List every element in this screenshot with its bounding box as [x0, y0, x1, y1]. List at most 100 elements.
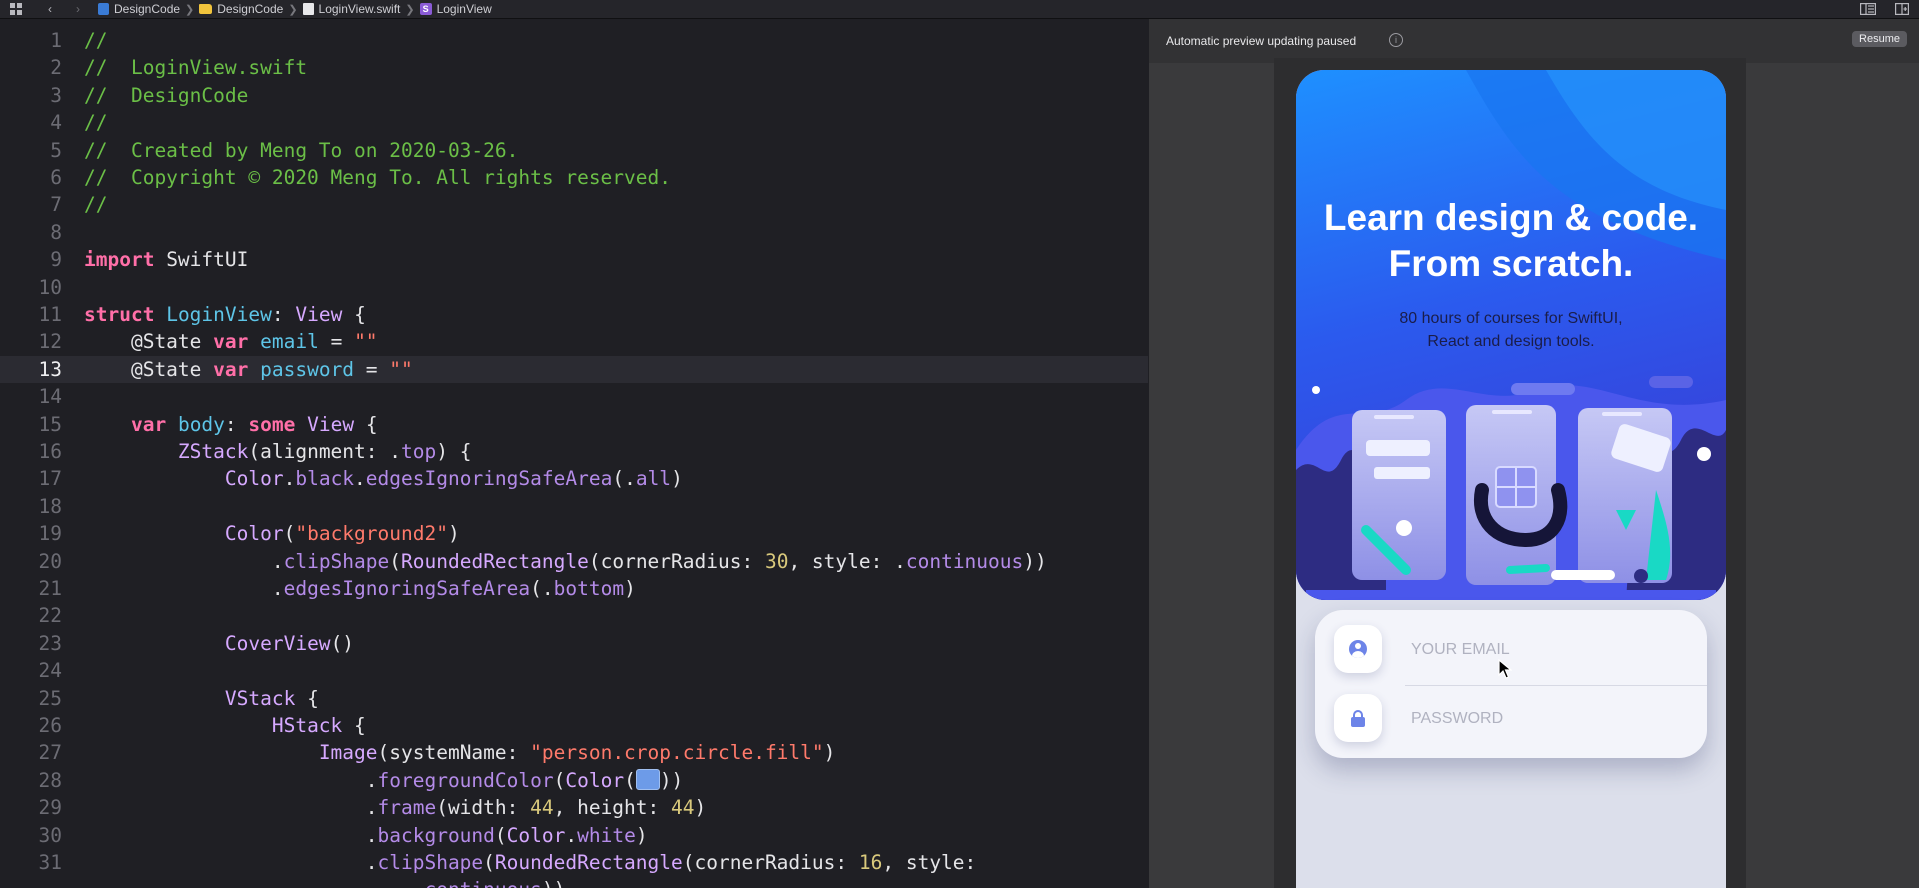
code-line[interactable]: 27 Image(systemName: "person.crop.circle… [0, 739, 1148, 766]
code-line[interactable]: 31 .clipShape(RoundedRectangle(cornerRad… [0, 849, 1148, 876]
code-line[interactable]: 13 @State var password = "" [0, 355, 1148, 384]
code-token: RoundedRectangle [401, 549, 589, 573]
resume-button[interactable]: Resume [1852, 31, 1907, 47]
line-number: 8 [50, 220, 62, 244]
breadcrumb-label: DesignCode [217, 2, 284, 16]
code-token: struct [84, 303, 155, 326]
chevron-right-icon[interactable]: › [68, 0, 88, 18]
code-line[interactable]: 28 .foregroundColor(Color()) [0, 767, 1148, 794]
breadcrumb-label: LoginView.swift [318, 2, 401, 16]
code-line[interactable]: 24 [0, 657, 1148, 684]
password-field[interactable]: PASSWORD [1411, 710, 1503, 728]
line-number: 12 [38, 330, 62, 354]
code-token: import [84, 248, 155, 272]
code-line[interactable]: 30 .background(Color.white) [0, 822, 1148, 849]
code-token: { [342, 303, 366, 326]
code-line[interactable]: 4 // [0, 109, 1148, 136]
color-literal-swatch[interactable] [635, 768, 660, 790]
code-token: = [318, 330, 355, 354]
line-number: 31 [38, 851, 62, 874]
adjust-editor-options-icon[interactable] [1851, 0, 1885, 18]
line-number: 11 [38, 303, 62, 326]
code-line[interactable]: 11 struct LoginView: View { [0, 301, 1148, 328]
code-line[interactable]: 6 // Copyright © 2020 Meng To. All rights… [0, 164, 1148, 191]
line-number: 26 [38, 714, 62, 737]
code-line[interactable]: 23 CoverView() [0, 630, 1148, 657]
code-line[interactable]: 2 // LoginView.swift [0, 54, 1148, 81]
code-token: ( [283, 522, 296, 546]
code-token: ZStack [177, 440, 249, 463]
code-line[interactable]: 9 import SwiftUI [0, 246, 1148, 273]
breadcrumb-separator: ❯ [185, 3, 195, 16]
preview-status-bar: Automatic preview updating paused i Resu… [1149, 19, 1919, 63]
code-line[interactable]: .continuous)) [0, 876, 1148, 888]
code-token: CoverView [224, 631, 331, 655]
code-token: Image [318, 741, 378, 765]
code-line[interactable]: 8 [0, 219, 1148, 246]
code-token: (width: [436, 796, 531, 820]
code-line[interactable]: 12 @State var email = "" [0, 328, 1148, 355]
add-editor-icon[interactable] [1885, 0, 1919, 18]
chevron-left-icon[interactable]: ‹ [40, 0, 60, 18]
code-line[interactable]: 20 .clipShape(RoundedRectangle(cornerRad… [0, 548, 1148, 575]
code-token: continuous [424, 878, 541, 888]
code-line[interactable]: 16 ZStack(alignment: .top) { [0, 438, 1148, 465]
code-line[interactable]: 19 Color("background2") [0, 520, 1148, 547]
code-text: .foregroundColor(Color()) [84, 767, 683, 794]
code-text: .background(Color.white) [84, 822, 648, 849]
code-token: , style: . [788, 549, 906, 573]
code-token: Color [506, 823, 566, 847]
code-line[interactable]: 5 // Created by Meng To on 2020-03-26. [0, 137, 1148, 164]
code-text: Color.black.edgesIgnoringSafeArea(.all) [84, 465, 683, 492]
code-text: // Copyright © 2020 Meng To. All rights … [84, 164, 671, 191]
code-token: Color [565, 768, 625, 792]
code-line[interactable]: 25 VStack { [0, 685, 1148, 712]
breadcrumb-file[interactable]: LoginView.swift [302, 0, 401, 18]
code-line[interactable]: 21 .edgesIgnoringSafeArea(.bottom) [0, 575, 1148, 602]
code-token: ) { [436, 440, 472, 463]
info-icon[interactable]: i [1389, 33, 1403, 47]
line-number: 7 [50, 193, 62, 217]
code-token: // DesignCode [84, 83, 249, 107]
code-token: View [307, 412, 355, 436]
code-line[interactable]: 3 // DesignCode [0, 82, 1148, 109]
grid-icon[interactable] [6, 0, 26, 18]
code-token: "" [389, 357, 413, 381]
code-line[interactable]: 1 // [0, 27, 1148, 54]
breadcrumb-folder[interactable]: DesignCode [199, 0, 283, 18]
code-token: )) [659, 768, 684, 792]
code-line[interactable]: 10 [0, 274, 1148, 301]
breadcrumb-symbol[interactable]: S LoginView [419, 0, 492, 18]
code-token: . [84, 796, 378, 820]
line-number: 27 [38, 741, 62, 765]
breadcrumb-project[interactable]: DesignCode [98, 0, 180, 18]
code-line[interactable]: 26 HStack { [0, 712, 1148, 739]
code-token: edgesIgnoringSafeArea [365, 467, 613, 491]
code-text: .frame(width: 44, height: 44) [84, 794, 707, 821]
code-token: // [84, 193, 108, 217]
code-line[interactable]: 18 [0, 493, 1148, 520]
code-token: . [84, 878, 425, 888]
code-token: . [354, 467, 366, 491]
code-line[interactable]: 7 // [0, 191, 1148, 218]
code-token: // Copyright © 2020 Meng To. All rights … [84, 166, 671, 189]
code-line[interactable]: 22 [0, 602, 1148, 629]
line-number: 25 [38, 686, 62, 710]
code-line[interactable]: 17 Color.black.edgesIgnoringSafeArea(.al… [0, 465, 1148, 492]
code-token: var [130, 412, 167, 436]
line-number: 3 [50, 83, 62, 107]
email-field[interactable]: YOUR EMAIL [1411, 641, 1510, 659]
code-text: Image(systemName: "person.crop.circle.fi… [84, 739, 836, 766]
hero-subtitle-line: 80 hours of courses for SwiftUI, [1399, 310, 1623, 327]
code-line[interactable]: 14 [0, 383, 1148, 410]
source-editor[interactable]: 1//2// LoginView.swift 3 // DesignCode 4//5… [0, 19, 1148, 888]
code-line[interactable]: 15 var body: some View { [0, 411, 1148, 438]
code-token: . [84, 768, 378, 792]
code-line[interactable]: 29 .frame(width: 44, height: 44) [0, 794, 1148, 821]
code-token: email [260, 330, 319, 354]
